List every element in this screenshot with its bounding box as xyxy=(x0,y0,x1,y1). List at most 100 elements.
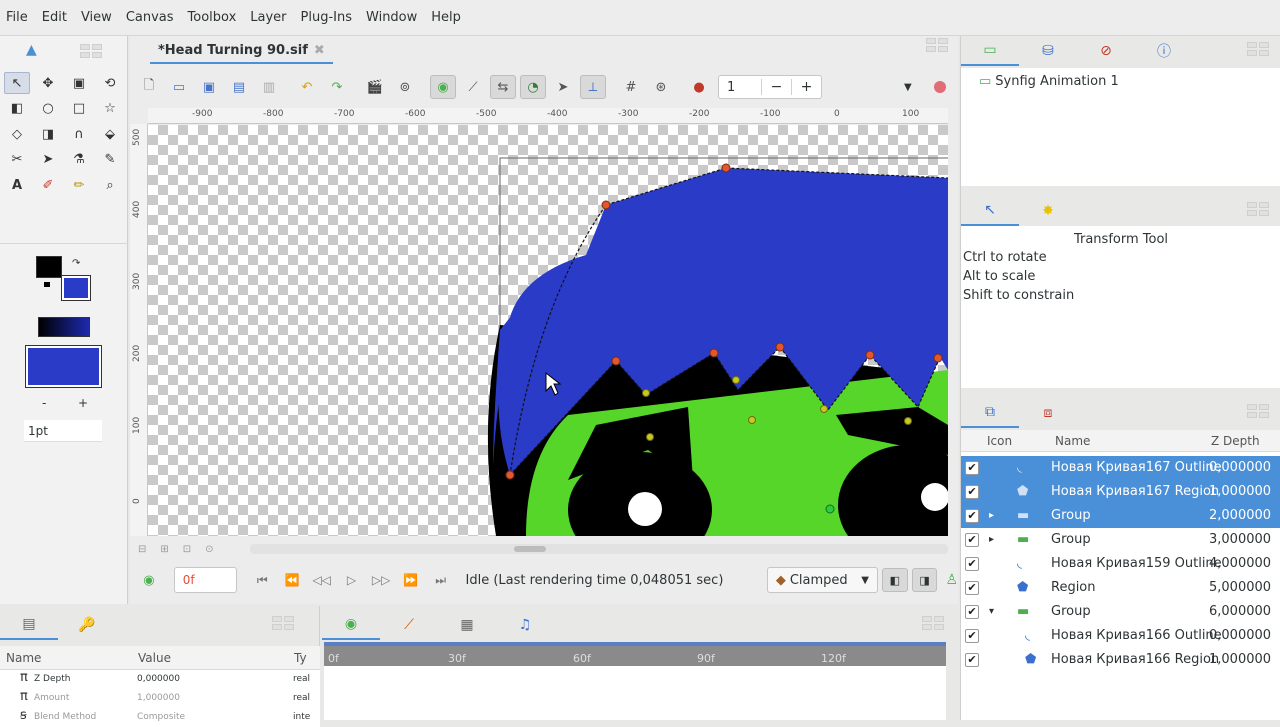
save-all-icon[interactable]: ▥ xyxy=(256,75,282,99)
decrement-button[interactable]: − xyxy=(761,79,791,95)
next-frame-icon[interactable]: ▷▷ xyxy=(366,573,396,587)
layer-name[interactable]: Новая Кривая167 Region xyxy=(1051,484,1219,499)
layer-row[interactable]: ✔ ▸ ▬ Group 3,000000 xyxy=(961,528,1280,552)
draw-tool-icon[interactable]: ✎ xyxy=(97,149,123,171)
open-file-icon[interactable]: ▭ xyxy=(166,75,192,99)
panel-grip-icon[interactable] xyxy=(922,616,946,632)
zoom-100-icon[interactable]: ⊙ xyxy=(205,544,213,555)
width-tool-icon[interactable]: ➤ xyxy=(35,149,61,171)
layer-name[interactable]: Group xyxy=(1051,508,1091,523)
layer-row[interactable]: ✔ ⬟ Region 5,000000 xyxy=(961,576,1280,600)
outline-color-swatch[interactable] xyxy=(36,256,62,278)
layer-name[interactable]: Новая Кривая167 Outline xyxy=(1051,460,1222,475)
document-tab[interactable]: *Head Turning 90.sif ✖ xyxy=(150,40,333,64)
history-tab-icon[interactable]: ✸ xyxy=(1019,203,1077,219)
brush-preview[interactable] xyxy=(25,345,102,388)
params-col-value[interactable]: Value xyxy=(138,651,171,665)
next-keyframe-icon[interactable]: ⏩ xyxy=(396,573,426,587)
undo-icon[interactable]: ↶ xyxy=(294,75,320,99)
onion-frames-value[interactable]: 1 xyxy=(719,80,761,95)
show-width-handles-icon[interactable]: ➤ xyxy=(550,75,576,99)
menu-edit[interactable]: Edit xyxy=(42,10,67,25)
layer-name[interactable]: Новая Кривая159 Outline xyxy=(1051,556,1222,571)
params-tab-icon[interactable]: ▤ xyxy=(0,610,58,640)
new-file-icon[interactable]: 🗋 xyxy=(136,75,162,99)
layers-tab-icon[interactable]: ⧉ xyxy=(961,398,1019,428)
fill-tool-icon[interactable]: ⬙ xyxy=(97,123,123,145)
param-row-blend[interactable]: ꞩ Blend Method Composite inte xyxy=(0,708,320,727)
toolbar-overflow-icon[interactable]: ▼ xyxy=(904,82,912,93)
layer-row[interactable]: ✔ ⬟ Новая Кривая167 Region 1,000000 xyxy=(961,480,1280,504)
brush-size-field[interactable]: 1pt xyxy=(24,420,102,442)
param-value[interactable]: 1,000000 xyxy=(137,693,180,703)
layer-visibility-checkbox[interactable]: ✔ xyxy=(965,557,979,571)
show-tangent-handles-icon[interactable]: ⇆ xyxy=(490,75,516,99)
show-position-handles-icon[interactable]: ◉ xyxy=(430,75,456,99)
gradient-tool-icon[interactable]: ◨ xyxy=(35,123,61,145)
menu-plugins[interactable]: Plug-Ins xyxy=(301,10,352,25)
sound-tab-icon[interactable]: ♫ xyxy=(496,617,554,633)
smooth-move-tool-icon[interactable]: ✥ xyxy=(35,72,61,94)
zoom-out-icon[interactable]: ⊟ xyxy=(138,544,146,555)
canvas-metadata-tab-icon[interactable]: ▦ xyxy=(438,617,496,633)
library-tab-icon[interactable]: ⛁ xyxy=(1019,43,1077,59)
param-row-zdepth[interactable]: π Z Depth 0,000000 real xyxy=(0,670,320,689)
toolbox-tab-icon[interactable]: ▲ xyxy=(26,42,37,58)
menu-canvas[interactable]: Canvas xyxy=(126,10,174,25)
param-row-amount[interactable]: π Amount 1,000000 real xyxy=(0,689,320,708)
layer-row[interactable]: ✔ ◟ Новая Кривая159 Outline 4,000000 xyxy=(961,552,1280,576)
sketch-tool-icon[interactable]: ✐ xyxy=(35,174,61,196)
panel-grip-icon[interactable] xyxy=(1247,42,1271,58)
layer-name[interactable]: Новая Кривая166 Outline xyxy=(1051,628,1222,643)
character-icon[interactable]: ♙ xyxy=(945,572,958,588)
scale-tool-icon[interactable]: ▣ xyxy=(66,72,92,94)
params-col-type[interactable]: Ty xyxy=(294,651,307,665)
layer-visibility-checkbox[interactable]: ✔ xyxy=(965,581,979,595)
layer-name[interactable]: Group xyxy=(1051,604,1091,619)
brush-size-increase-button[interactable]: + xyxy=(78,396,88,410)
show-angle-handles-icon[interactable]: ⟂ xyxy=(580,75,606,99)
layer-visibility-checkbox[interactable]: ✔ xyxy=(965,509,979,523)
param-value[interactable]: Composite xyxy=(137,712,185,722)
tool-options-tab-icon[interactable]: ↖ xyxy=(961,196,1019,226)
layer-name[interactable]: Новая Кривая166 Region xyxy=(1051,652,1219,667)
panel-grip-icon[interactable] xyxy=(1247,404,1271,420)
stop-render-icon[interactable] xyxy=(933,81,946,93)
canvas-browser-tab-icon[interactable]: ▭ xyxy=(961,36,1019,66)
reset-colors-icon[interactable] xyxy=(44,282,50,287)
navigator-tab-icon[interactable]: ⊘ xyxy=(1077,43,1135,59)
seek-begin-icon[interactable]: ⏮ xyxy=(247,573,277,588)
zoom-tool-icon[interactable]: ⌕ xyxy=(97,174,123,196)
menu-file[interactable]: File xyxy=(6,10,28,25)
panel-grip-icon[interactable] xyxy=(272,616,296,632)
layers-col-icon[interactable]: Icon xyxy=(987,434,1012,448)
grid-icon[interactable]: # xyxy=(618,75,644,99)
circle-tool-icon[interactable]: ○ xyxy=(35,98,61,120)
redo-icon[interactable]: ↷ xyxy=(324,75,350,99)
zoom-in-icon[interactable]: ⊞ xyxy=(160,544,168,555)
canvas-browser-item[interactable]: ▭ Synfig Animation 1 xyxy=(979,74,1119,89)
rotate-tool-icon[interactable]: ⟲ xyxy=(97,72,123,94)
menu-window[interactable]: Window xyxy=(366,10,417,25)
seek-end-icon[interactable]: ⏭ xyxy=(426,573,456,588)
snap-icon[interactable]: ⊛ xyxy=(648,75,674,99)
eyedrop-tool-icon[interactable]: ⚗ xyxy=(66,149,92,171)
info-tab-icon[interactable]: ⓘ xyxy=(1135,41,1193,61)
sets-tab-icon[interactable]: ⧈ xyxy=(1019,405,1077,421)
layer-visibility-checkbox[interactable]: ✔ xyxy=(965,605,979,619)
save-as-icon[interactable]: ▤ xyxy=(226,75,252,99)
close-icon[interactable]: ✖ xyxy=(314,43,325,59)
mirror-tool-icon[interactable]: ◧ xyxy=(4,98,30,120)
brush-tool-icon[interactable]: ✏ xyxy=(66,174,92,196)
save-icon[interactable]: ▣ xyxy=(196,75,222,99)
keyframe-lock-past-icon[interactable]: ◧ xyxy=(881,568,908,592)
transform-tool-icon[interactable]: ↖ xyxy=(4,72,30,94)
increment-button[interactable]: + xyxy=(791,79,821,95)
panel-grip-icon[interactable] xyxy=(80,44,104,60)
scrollbar-thumb[interactable] xyxy=(514,546,546,552)
render-icon[interactable]: 🎬 xyxy=(362,75,388,99)
panel-grip-icon[interactable] xyxy=(1247,202,1271,218)
prev-frame-icon[interactable]: ◁◁ xyxy=(307,573,337,587)
keyframe-lock-future-icon[interactable]: ◨ xyxy=(911,568,938,592)
animation-mode-icon[interactable]: ◉ xyxy=(136,568,162,592)
